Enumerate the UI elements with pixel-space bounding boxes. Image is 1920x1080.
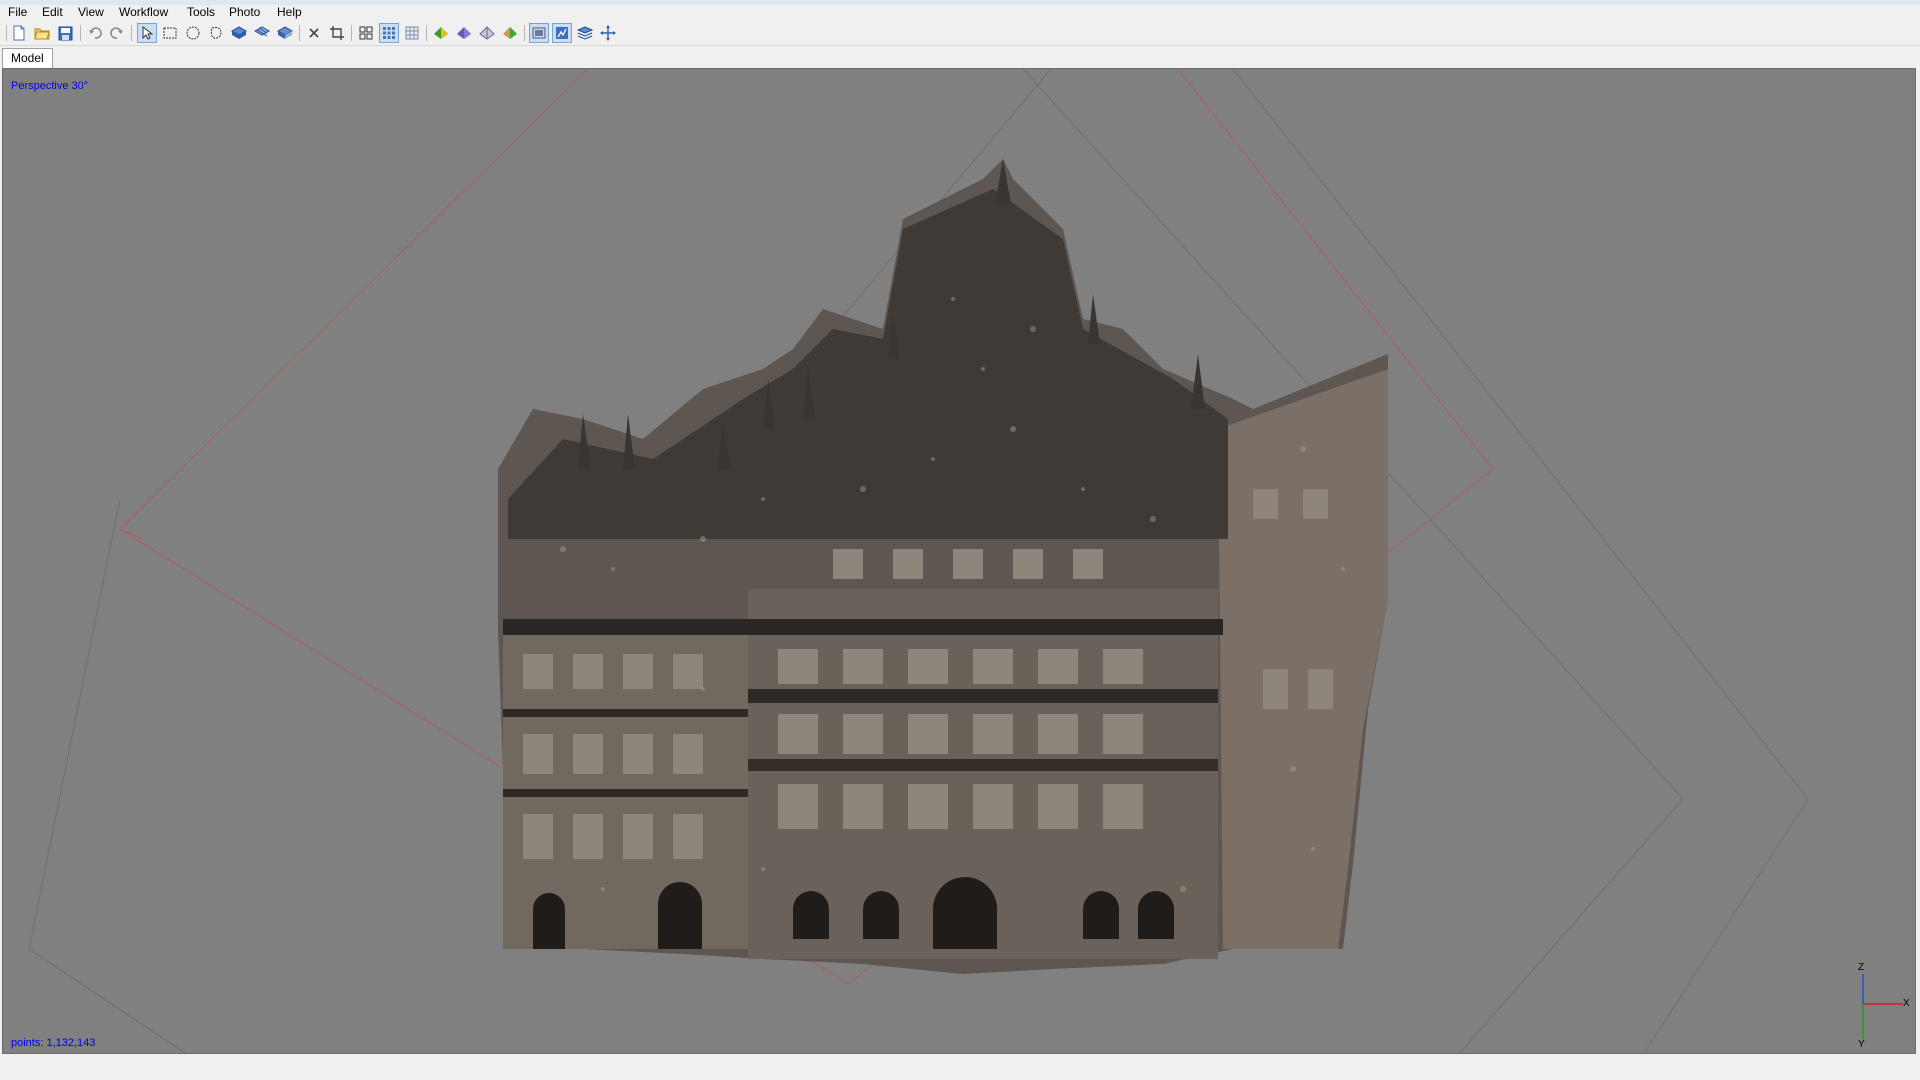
menu-bar: File Edit View Workflow Tools Photo Help <box>0 5 1920 20</box>
shaded-model-icon[interactable] <box>477 23 497 43</box>
free-form-selection-icon[interactable] <box>206 23 226 43</box>
point-cloud-building <box>498 159 1388 974</box>
menu-workflow[interactable]: Workflow <box>117 5 170 20</box>
show-region-icon[interactable] <box>529 23 549 43</box>
toolbar-separator <box>299 25 300 41</box>
toolbar-separator <box>524 25 525 41</box>
status-bar <box>0 1057 1920 1080</box>
show-layers-icon[interactable] <box>575 23 595 43</box>
new-document-icon[interactable] <box>9 23 29 43</box>
delete-selection-icon[interactable] <box>304 23 324 43</box>
axis-x-label: X <box>1903 998 1910 1009</box>
menu-view[interactable]: View <box>76 5 106 20</box>
show-points-icon[interactable] <box>402 23 422 43</box>
menu-tools[interactable]: Tools <box>185 5 217 20</box>
tab-model[interactable]: Model <box>2 48 53 68</box>
crop-selection-icon[interactable] <box>327 23 347 43</box>
solid-model-icon[interactable] <box>431 23 451 43</box>
toolbar <box>0 21 1920 46</box>
tab-bar: Model <box>0 46 1920 68</box>
toolbar-separator <box>131 25 132 41</box>
circle-selection-icon[interactable] <box>183 23 203 43</box>
undo-icon[interactable] <box>85 23 105 43</box>
menu-help[interactable]: Help <box>275 5 304 20</box>
navigation-move-icon[interactable] <box>598 23 618 43</box>
model-viewport[interactable]: Perspective 30° points: 1,132,143 Z X Y <box>2 68 1916 1054</box>
wireframe-model-icon[interactable] <box>454 23 474 43</box>
textured-model-icon[interactable] <box>500 23 520 43</box>
toolbar-separator <box>351 25 352 41</box>
axis-gizmo <box>1862 974 1903 1039</box>
shape-tool-1-icon[interactable] <box>229 23 249 43</box>
toolbar-separator <box>6 25 7 41</box>
save-icon[interactable] <box>55 23 75 43</box>
open-folder-icon[interactable] <box>32 23 52 43</box>
rectangle-selection-icon[interactable] <box>160 23 180 43</box>
navigation-cursor-icon[interactable] <box>137 23 157 43</box>
toolbar-separator <box>80 25 81 41</box>
show-cameras-icon[interactable] <box>379 23 399 43</box>
axis-z-label: Z <box>1858 962 1865 973</box>
shape-tool-2-icon[interactable] <box>252 23 272 43</box>
toolbar-separator <box>426 25 427 41</box>
menu-photo[interactable]: Photo <box>227 5 262 20</box>
show-point-cloud-icon[interactable] <box>552 23 572 43</box>
axis-y-label: Y <box>1858 1039 1865 1050</box>
grid-icon[interactable] <box>356 23 376 43</box>
points-count-label: points: 1,132,143 <box>11 1037 96 1049</box>
redo-icon[interactable] <box>107 23 127 43</box>
menu-edit[interactable]: Edit <box>40 5 65 20</box>
shape-tool-3-icon[interactable] <box>275 23 295 43</box>
projection-label: Perspective 30° <box>11 80 89 92</box>
point-cloud-scene[interactable] <box>3 69 1916 1054</box>
menu-file[interactable]: File <box>6 5 29 20</box>
